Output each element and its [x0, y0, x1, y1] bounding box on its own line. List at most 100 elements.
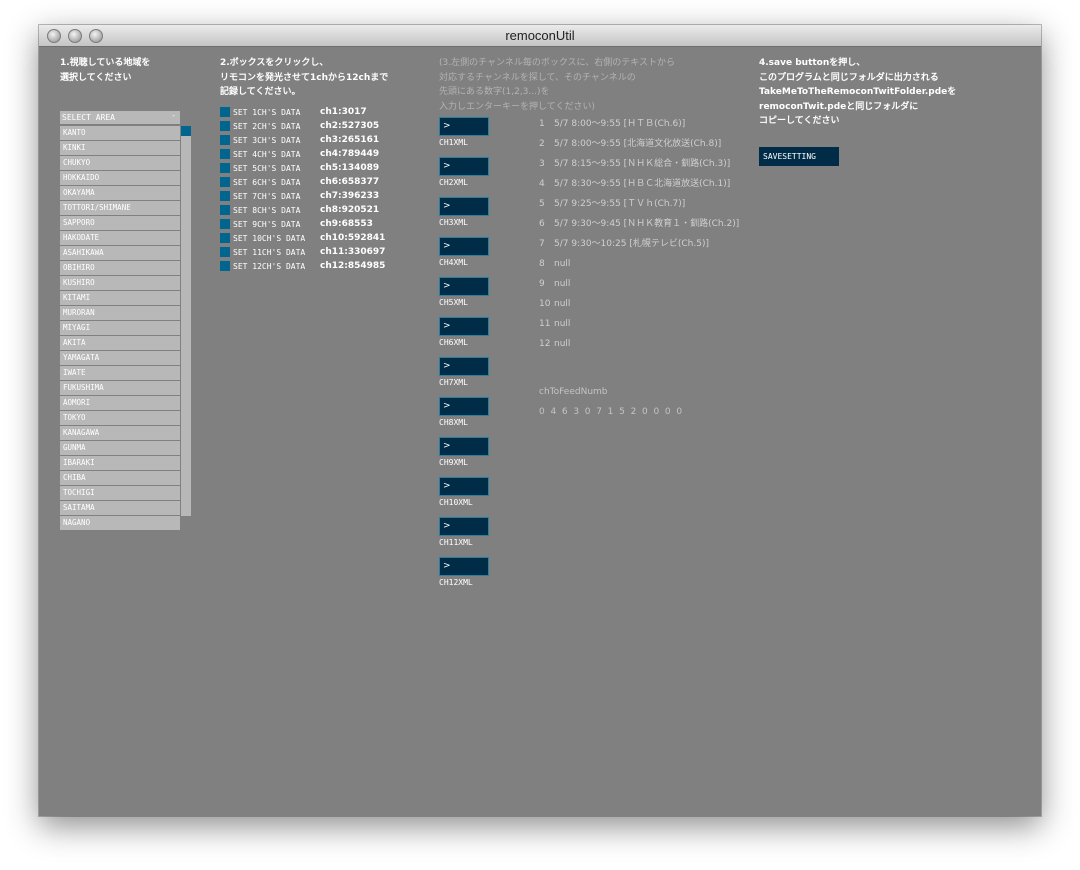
- collapse-icon: -: [171, 111, 176, 120]
- area-item[interactable]: SAPPORO: [60, 216, 180, 230]
- area-item[interactable]: MIYAGI: [60, 321, 180, 335]
- title-bar: remoconUtil: [39, 25, 1041, 47]
- program-number: 4: [539, 179, 545, 189]
- channel-xml-label: CH8XML: [439, 418, 468, 427]
- area-list: KANTO KINKI CHUKYO HOKKAIDO OKAYAMA TOTTORI/S…: [60, 126, 180, 531]
- area-item[interactable]: SAITAMA: [60, 501, 180, 515]
- step1-instruction: 1.視聴している地域を 選択してください: [60, 58, 151, 83]
- program-number: 2: [539, 139, 545, 149]
- area-item[interactable]: HAKODATE: [60, 231, 180, 245]
- set-data-button[interactable]: [220, 205, 230, 215]
- area-item[interactable]: KANAGAWA: [60, 426, 180, 440]
- area-item[interactable]: NAGANO: [60, 516, 180, 530]
- program-list: 1 5/7 8:00～9:55 [ＨＴＢ(Ch.6)] 2 5/7 8:00～9:55…: [539, 116, 739, 356]
- area-item[interactable]: OKAYAMA: [60, 186, 180, 200]
- channel-xml-input[interactable]: >: [439, 477, 489, 496]
- program-row: 3 5/7 8:15～9:55 [ＮＨＫ総合・釧路(Ch.3)]: [539, 156, 739, 176]
- program-number: 7: [539, 239, 545, 249]
- channel-input-group: > CH4XML: [439, 237, 499, 267]
- program-row: 4 5/7 8:30～9:55 [ＨＢＣ北海道放送(Ch.1)]: [539, 176, 739, 196]
- program-number: 8: [539, 259, 545, 269]
- set-data-row: SET 5CH'S DATA ch5:134089: [220, 162, 420, 176]
- channel-xml-input[interactable]: >: [439, 157, 489, 176]
- area-item[interactable]: FUKUSHIMA: [60, 381, 180, 395]
- set-data-button[interactable]: [220, 107, 230, 117]
- channel-input-group: > CH2XML: [439, 157, 499, 187]
- channel-xml-input[interactable]: >: [439, 237, 489, 256]
- set-data-value: ch2:527305: [320, 121, 380, 131]
- program-row: 6 5/7 9:30～9:45 [ＮＨＫ教育１・釧路(Ch.2)]: [539, 216, 739, 236]
- set-data-button[interactable]: [220, 233, 230, 243]
- set-data-value: ch8:920521: [320, 205, 380, 215]
- area-item[interactable]: TOTTORI/SHIMANE: [60, 201, 180, 215]
- set-data-button[interactable]: [220, 247, 230, 257]
- set-data-button[interactable]: [220, 261, 230, 271]
- area-item[interactable]: KANTO: [60, 126, 180, 140]
- channel-xml-input[interactable]: >: [439, 277, 489, 296]
- channel-xml-input[interactable]: >: [439, 437, 489, 456]
- set-data-button[interactable]: [220, 149, 230, 159]
- area-item[interactable]: AOMORI: [60, 396, 180, 410]
- area-item[interactable]: CHUKYO: [60, 156, 180, 170]
- set-data-row: SET 6CH'S DATA ch6:658377: [220, 176, 420, 190]
- window-title: remoconUtil: [505, 28, 575, 43]
- channel-xml-label: CH10XML: [439, 498, 473, 507]
- channel-xml-input[interactable]: >: [439, 557, 489, 576]
- area-select-header[interactable]: SELECT AREA -: [60, 111, 180, 124]
- step3-instruction: (3.左側のチャンネル毎のボックスに、右側のテキストから 対応するチャンネルを探…: [439, 58, 676, 112]
- step2-instruction: 2.ボックスをクリックし、 リモコンを発光させて1chから12chまで 記録して…: [220, 58, 389, 97]
- area-item[interactable]: ASAHIKAWA: [60, 246, 180, 260]
- set-data-row: SET 11CH'S DATA ch11:330697: [220, 246, 420, 260]
- set-data-value: ch6:658377: [320, 177, 380, 187]
- program-text: 5/7 9:25～9:55 [ＴＶｈ(Ch.7)]: [554, 199, 686, 209]
- set-data-row: SET 3CH'S DATA ch3:265161: [220, 134, 420, 148]
- channel-input-group: > CH11XML: [439, 517, 499, 547]
- program-number: 11: [539, 319, 551, 329]
- feed-label: chToFeedNumb: [539, 387, 608, 397]
- channel-xml-input[interactable]: >: [439, 517, 489, 536]
- save-setting-button[interactable]: SAVESETTING: [759, 147, 839, 166]
- area-item[interactable]: IWATE: [60, 366, 180, 380]
- set-data-button[interactable]: [220, 177, 230, 187]
- channel-input-group: > CH9XML: [439, 437, 499, 467]
- area-item[interactable]: MURORAN: [60, 306, 180, 320]
- set-data-list: SET 1CH'S DATA ch1:3017 SET 2CH'S DATA ch2:…: [220, 106, 420, 274]
- set-data-button[interactable]: [220, 163, 230, 173]
- set-data-label: SET 1CH'S DATA: [233, 108, 301, 117]
- area-item[interactable]: HOKKAIDO: [60, 171, 180, 185]
- set-data-button[interactable]: [220, 219, 230, 229]
- channel-xml-label: CH3XML: [439, 218, 468, 227]
- channel-xml-input[interactable]: >: [439, 197, 489, 216]
- program-text: 5/7 8:15～9:55 [ＮＨＫ総合・釧路(Ch.3)]: [554, 159, 731, 169]
- program-text: 5/7 8:00～9:55 [ＨＴＢ(Ch.6)]: [554, 119, 686, 129]
- area-item[interactable]: TOCHIGI: [60, 486, 180, 500]
- area-item[interactable]: CHIBA: [60, 471, 180, 485]
- program-number: 10: [539, 299, 551, 309]
- set-data-button[interactable]: [220, 135, 230, 145]
- area-item[interactable]: YAMAGATA: [60, 351, 180, 365]
- program-number: 3: [539, 159, 545, 169]
- channel-xml-input[interactable]: >: [439, 117, 489, 136]
- area-item[interactable]: IBARAKI: [60, 456, 180, 470]
- area-item[interactable]: KITAMI: [60, 291, 180, 305]
- channel-xml-input[interactable]: >: [439, 357, 489, 376]
- program-text: 5/7 9:30～9:45 [ＮＨＫ教育１・釧路(Ch.2)]: [554, 219, 740, 229]
- area-item[interactable]: TOKYO: [60, 411, 180, 425]
- channel-xml-label: CH7XML: [439, 378, 468, 387]
- area-scrollbar[interactable]: [181, 126, 191, 516]
- area-item[interactable]: GUNMA: [60, 441, 180, 455]
- set-data-button[interactable]: [220, 191, 230, 201]
- channel-xml-input[interactable]: >: [439, 397, 489, 416]
- set-data-label: SET 12CH'S DATA: [233, 262, 306, 271]
- area-item[interactable]: OBIHIRO: [60, 261, 180, 275]
- program-text: null: [554, 339, 571, 349]
- channel-xml-input[interactable]: >: [439, 317, 489, 336]
- area-item[interactable]: AKITA: [60, 336, 180, 350]
- set-data-button[interactable]: [220, 121, 230, 131]
- area-item[interactable]: KUSHIRO: [60, 276, 180, 290]
- set-data-label: SET 11CH'S DATA: [233, 248, 306, 257]
- program-row: 10 null: [539, 296, 739, 316]
- area-scrollbar-thumb[interactable]: [181, 126, 191, 136]
- channel-xml-label: CH12XML: [439, 578, 473, 587]
- area-item[interactable]: KINKI: [60, 141, 180, 155]
